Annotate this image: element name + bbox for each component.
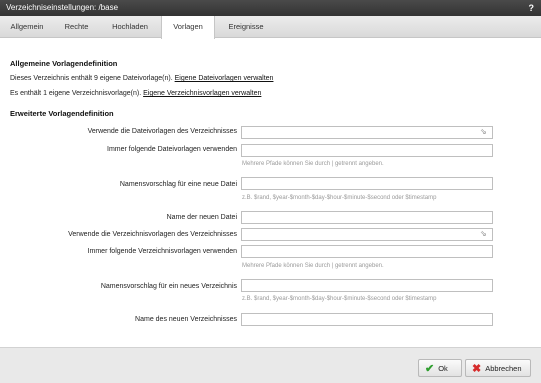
help-icon[interactable]: ? bbox=[529, 0, 535, 16]
extended-heading: Erweiterte Vorlagendefinition bbox=[10, 109, 114, 118]
always-file-templates-label: Immer folgende Dateivorlagen verwenden bbox=[107, 146, 237, 153]
tab-rechte[interactable]: Rechte bbox=[54, 16, 99, 38]
general-heading: Allgemeine Vorlagendefinition bbox=[10, 59, 118, 68]
dir-templates-count-text: Es enthält 1 eigene Verzeichnisvorlage(n… bbox=[10, 90, 142, 97]
manage-dir-templates-link[interactable]: Eigene Verzeichnisvorlagen verwalten bbox=[143, 90, 261, 97]
dir-templates-info: Es enthält 1 eigene Verzeichnisvorlage(n… bbox=[10, 90, 261, 97]
checkmark-icon: ✔ bbox=[425, 362, 435, 375]
new-dir-name-input[interactable] bbox=[241, 313, 493, 326]
new-dir-name-label: Name des neuen Verzeichnisses bbox=[135, 316, 237, 323]
close-icon: ✖ bbox=[472, 362, 482, 375]
file-templates-count-text: Dieses Verzeichnis enthält 9 eigene Date… bbox=[10, 75, 173, 82]
always-dir-templates-input[interactable] bbox=[241, 245, 493, 258]
new-dir-name-suggestion-input[interactable] bbox=[241, 279, 493, 292]
tab-bar: Allgemein Rechte Hochladen Vorlagen Erei… bbox=[0, 16, 541, 39]
window-titlebar: Verzeichniseinstellungen: /base ? bbox=[0, 0, 541, 16]
tab-ereignisse[interactable]: Ereignisse bbox=[215, 16, 277, 38]
new-dir-name-suggestion-label: Namensvorschlag für ein neues Verzeichni… bbox=[100, 283, 237, 290]
file-template-dir-picker-icon[interactable]: ⇘ bbox=[480, 127, 487, 136]
always-dir-templates-hint: Mehrere Pfade können Sie durch | getrenn… bbox=[242, 263, 384, 269]
tab-allgemein[interactable]: Allgemein bbox=[0, 16, 54, 38]
cancel-button[interactable]: ✖ Abbrechen bbox=[465, 359, 531, 377]
dir-template-dir-label: Verwende die Verzeichnisvorlagen des Ver… bbox=[68, 231, 237, 238]
file-templates-info: Dieses Verzeichnis enthält 9 eigene Date… bbox=[10, 75, 273, 82]
new-file-name-input[interactable] bbox=[241, 211, 493, 224]
templates-panel: Allgemeine Vorlagendefinition Dieses Ver… bbox=[0, 39, 541, 347]
tab-hochladen[interactable]: Hochladen bbox=[99, 16, 161, 38]
manage-file-templates-link[interactable]: Eigene Dateivorlagen verwalten bbox=[175, 75, 274, 82]
dir-template-dir-picker-icon[interactable]: ⇘ bbox=[480, 229, 487, 238]
tab-vorlagen[interactable]: Vorlagen bbox=[161, 16, 215, 39]
new-dir-name-suggestion-hint: z.B. $rand, $year-$month-$day-$hour-$min… bbox=[242, 296, 437, 302]
dir-template-dir-input[interactable] bbox=[241, 228, 493, 241]
file-template-dir-input[interactable] bbox=[241, 126, 493, 139]
ok-button-label: Ok bbox=[438, 363, 448, 373]
ok-button[interactable]: ✔ Ok bbox=[418, 359, 462, 377]
file-template-dir-label: Verwende die Dateivorlagen des Verzeichn… bbox=[87, 128, 237, 135]
new-file-name-suggestion-hint: z.B. $rand, $year-$month-$day-$hour-$min… bbox=[242, 195, 437, 201]
always-file-templates-input[interactable] bbox=[241, 144, 493, 157]
new-file-name-suggestion-input[interactable] bbox=[241, 177, 493, 190]
window-title: Verzeichniseinstellungen: /base bbox=[6, 3, 119, 12]
new-file-name-label: Name der neuen Datei bbox=[166, 214, 237, 221]
always-file-templates-hint: Mehrere Pfade können Sie durch | getrenn… bbox=[242, 161, 384, 167]
dialog-footer: ✔ Ok ✖ Abbrechen bbox=[0, 347, 541, 383]
new-file-name-suggestion-label: Namensvorschlag für eine neue Datei bbox=[119, 181, 237, 188]
always-dir-templates-label: Immer folgende Verzeichnisvorlagen verwe… bbox=[87, 248, 237, 255]
cancel-button-label: Abbrechen bbox=[485, 363, 522, 373]
